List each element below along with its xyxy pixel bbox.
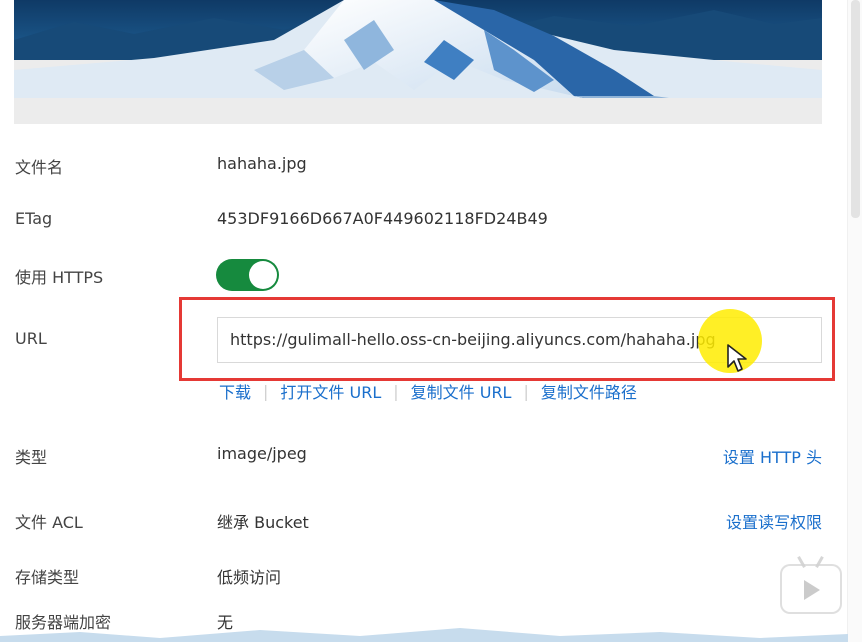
next-preview-strip: [0, 628, 848, 642]
storage-class-value: 低频访问: [217, 568, 282, 587]
separator: |: [263, 381, 269, 401]
filename-label: 文件名: [15, 158, 64, 177]
set-acl-link[interactable]: 设置读写权限: [726, 509, 822, 533]
url-label: URL: [15, 329, 47, 348]
mountain-illustration: [14, 0, 822, 124]
url-actions: 下载 | 打开文件 URL | 复制文件 URL | 复制文件路径: [219, 379, 637, 403]
url-field[interactable]: https://gulimall-hello.oss-cn-beijing.al…: [217, 317, 822, 363]
acl-value: 继承 Bucket: [217, 513, 309, 532]
filename-value: hahaha.jpg: [217, 154, 307, 173]
video-player-icon: [780, 556, 842, 614]
copy-path-link[interactable]: 复制文件路径: [541, 379, 637, 403]
download-link[interactable]: 下载: [219, 379, 251, 403]
set-http-header-link[interactable]: 设置 HTTP 头: [723, 444, 822, 468]
copy-url-link[interactable]: 复制文件 URL: [411, 379, 512, 403]
type-value: image/jpeg: [217, 444, 307, 463]
toggle-knob: [249, 261, 277, 289]
scrollbar[interactable]: [847, 0, 862, 642]
https-label: 使用 HTTPS: [15, 268, 104, 287]
image-preview: [14, 0, 822, 124]
storage-class-label: 存储类型: [15, 568, 80, 587]
scrollbar-thumb[interactable]: [851, 0, 860, 218]
object-detail-panel: 文件名 hahaha.jpg ETag 453DF9166D667A0F4496…: [0, 0, 862, 642]
open-url-link[interactable]: 打开文件 URL: [280, 379, 381, 403]
separator: |: [523, 381, 529, 401]
https-toggle[interactable]: [216, 259, 279, 291]
acl-label: 文件 ACL: [15, 513, 83, 532]
separator: |: [393, 381, 399, 401]
etag-label: ETag: [15, 209, 53, 228]
type-label: 类型: [15, 448, 48, 467]
etag-value: 453DF9166D667A0F449602118FD24B49: [217, 209, 548, 228]
